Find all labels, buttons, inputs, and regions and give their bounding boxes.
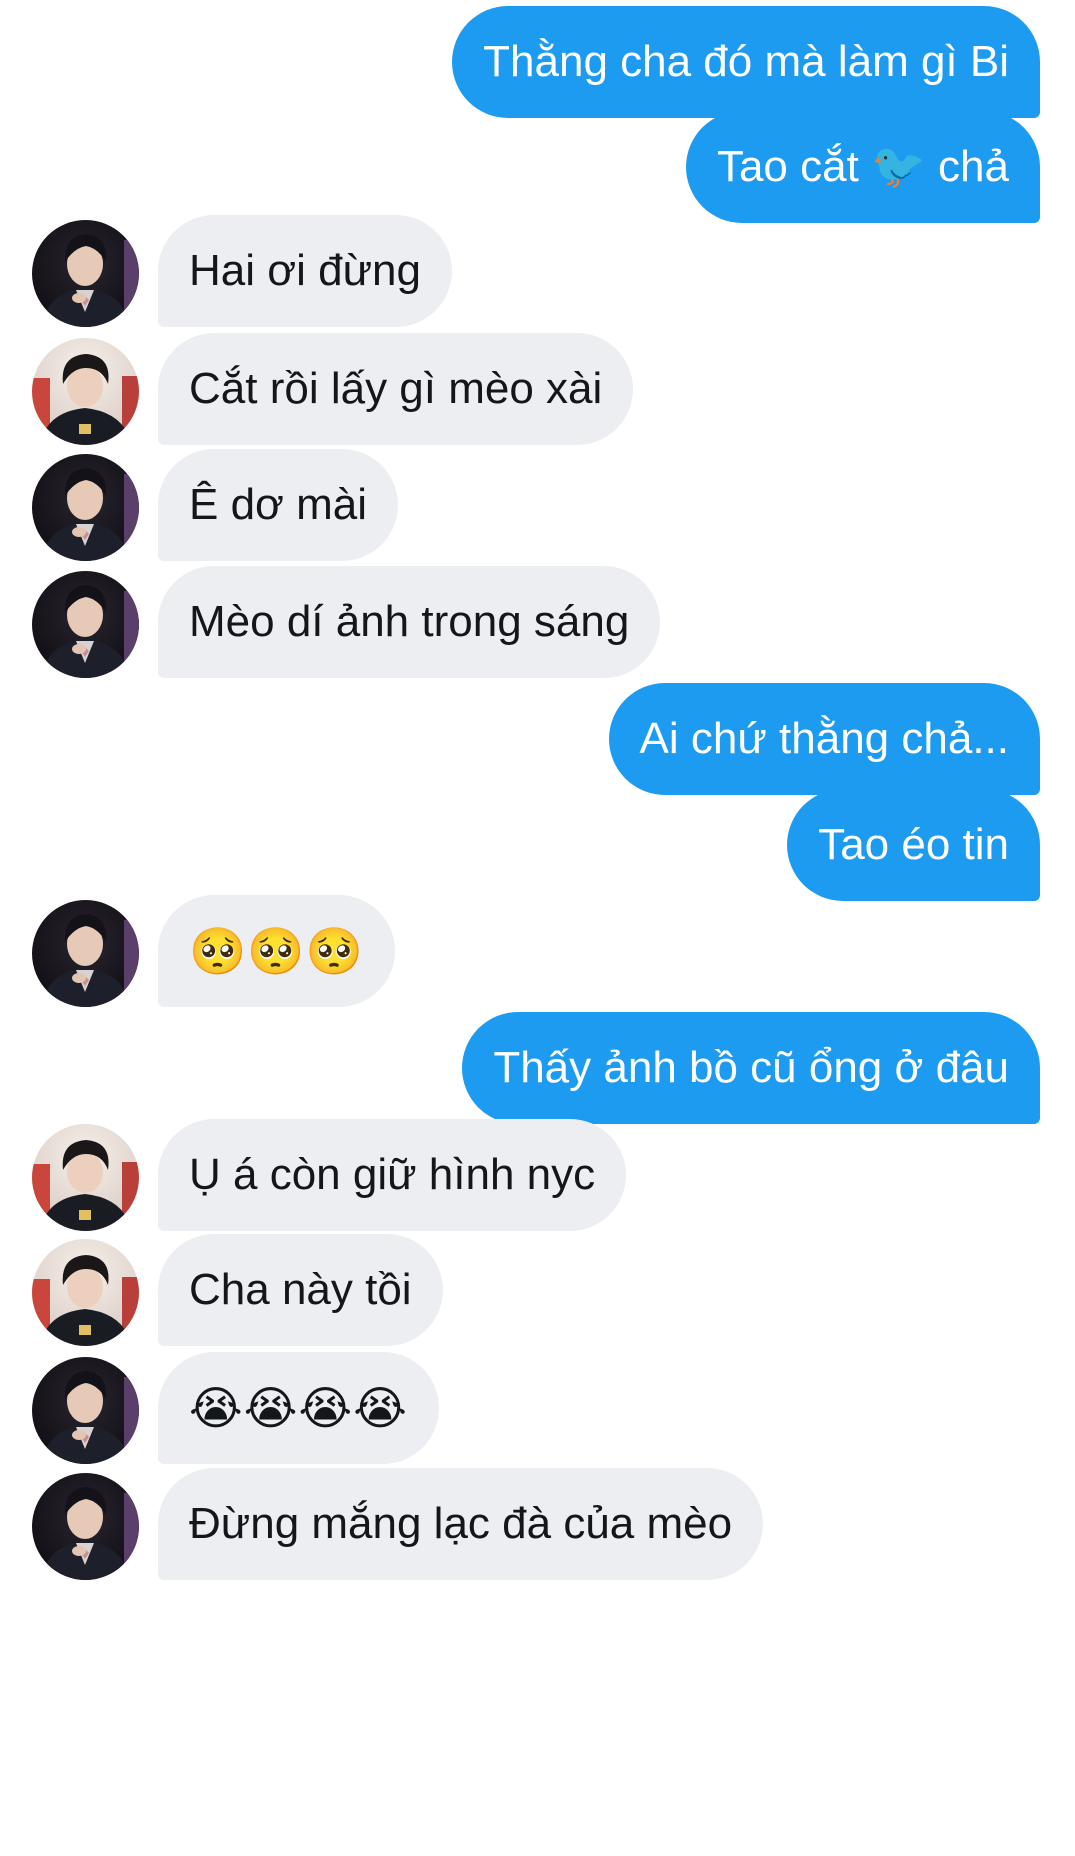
avatar[interactable] bbox=[32, 571, 139, 678]
outgoing-message: Tao cắt 🐦 chả bbox=[0, 111, 1075, 223]
message-bubble[interactable]: Cắt rồi lấy gì mèo xài bbox=[158, 333, 634, 445]
message-bubble[interactable]: Thằng cha đó mà làm gì Bi bbox=[452, 6, 1040, 118]
message-text: Đừng mắng lạc đà của mèo bbox=[189, 1499, 733, 1548]
message-bubble[interactable]: Mèo dí ảnh trong sáng bbox=[158, 566, 661, 678]
incoming-message: Ụ á còn giữ hình nyc bbox=[0, 1119, 1075, 1231]
avatar[interactable] bbox=[32, 1124, 139, 1231]
avatar[interactable] bbox=[32, 220, 139, 327]
incoming-message: Cắt rồi lấy gì mèo xài bbox=[0, 333, 1075, 445]
message-bubble[interactable]: Ê dơ mài bbox=[158, 449, 399, 561]
avatar[interactable] bbox=[32, 900, 139, 1007]
incoming-message: Mèo dí ảnh trong sáng bbox=[0, 566, 1075, 678]
avatar[interactable] bbox=[32, 454, 139, 561]
message-text: Ai chứ thằng chả... bbox=[639, 714, 1009, 763]
message-text: Tao cắt 🐦 chả bbox=[716, 142, 1009, 191]
incoming-message: Cha này tồi bbox=[0, 1234, 1075, 1346]
message-text: Thằng cha đó mà làm gì Bi bbox=[483, 37, 1009, 86]
message-bubble[interactable]: 🥺🥺🥺 bbox=[158, 895, 395, 1007]
avatar[interactable] bbox=[32, 1357, 139, 1464]
message-bubble[interactable]: Tao cắt 🐦 chả bbox=[685, 111, 1040, 223]
incoming-message: Hai ơi đừng bbox=[0, 215, 1075, 327]
outgoing-message: Tao éo tin bbox=[0, 789, 1075, 901]
avatar[interactable] bbox=[32, 1239, 139, 1346]
avatar[interactable] bbox=[32, 1473, 139, 1580]
message-bubble[interactable]: Thấy ảnh bồ cũ ổng ở đâu bbox=[462, 1012, 1040, 1124]
incoming-message: Ê dơ mài bbox=[0, 449, 1075, 561]
message-text: Ụ á còn giữ hình nyc bbox=[189, 1150, 596, 1199]
outgoing-message: Ai chứ thằng chả... bbox=[0, 683, 1075, 795]
message-text: Cắt rồi lấy gì mèo xài bbox=[189, 364, 603, 413]
message-text: Tao éo tin bbox=[818, 820, 1009, 869]
message-bubble[interactable]: Tao éo tin bbox=[787, 789, 1040, 901]
message-bubble[interactable]: Ụ á còn giữ hình nyc bbox=[158, 1119, 627, 1231]
message-bubble[interactable]: Ai chứ thằng chả... bbox=[608, 683, 1040, 795]
message-text: Mèo dí ảnh trong sáng bbox=[189, 597, 630, 646]
message-text: 🥺🥺🥺 bbox=[189, 925, 364, 977]
message-text: Thấy ảnh bồ cũ ổng ở đâu bbox=[493, 1043, 1009, 1092]
incoming-message: 🥺🥺🥺 bbox=[0, 895, 1075, 1007]
message-text: Hai ơi đừng bbox=[189, 246, 421, 295]
message-text: Cha này tồi bbox=[189, 1265, 412, 1314]
avatar[interactable] bbox=[32, 338, 139, 445]
message-text: Ê dơ mài bbox=[189, 480, 368, 529]
message-bubble[interactable]: Đừng mắng lạc đà của mèo bbox=[158, 1468, 764, 1580]
message-bubble[interactable]: Hai ơi đừng bbox=[158, 215, 452, 327]
incoming-message: 😭😭😭😭 bbox=[0, 1352, 1075, 1464]
message-bubble[interactable]: Cha này tồi bbox=[158, 1234, 443, 1346]
outgoing-message: Thấy ảnh bồ cũ ổng ở đâu bbox=[0, 1012, 1075, 1124]
message-text: 😭😭😭😭 bbox=[189, 1382, 408, 1434]
message-bubble[interactable]: 😭😭😭😭 bbox=[158, 1352, 439, 1464]
outgoing-message: Thằng cha đó mà làm gì Bi bbox=[0, 6, 1075, 118]
incoming-message: Đừng mắng lạc đà của mèo bbox=[0, 1468, 1075, 1580]
